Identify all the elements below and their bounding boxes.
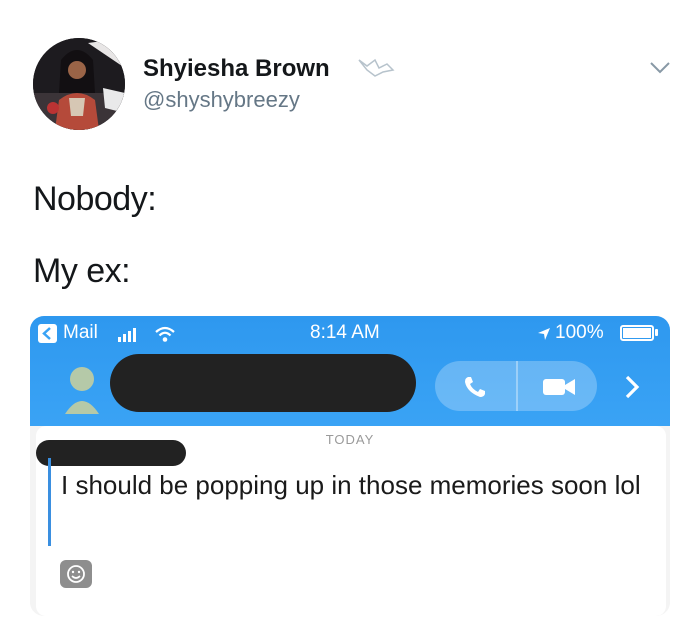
location-arrow-icon [538,328,550,340]
wifi-icon [155,326,175,342]
quote-bar [48,458,51,546]
phone-icon[interactable] [462,374,488,400]
status-bar: Mail 8:14 AM 100% [30,316,670,350]
tweet-text-line2: My ex: [33,252,131,290]
messages-header: Mail 8:14 AM 100% [30,316,670,426]
embedded-screenshot[interactable]: Mail 8:14 AM 100% TODAY I should be popp… [30,316,670,616]
message-text[interactable]: I should be popping up in those memories… [61,466,661,504]
author-name[interactable]: Shyiesha Brown [143,55,330,83]
avatar[interactable] [33,38,125,130]
author-handle[interactable]: @shyshybreezy [143,87,300,113]
tweet-text-line1: Nobody: [33,180,157,218]
bird-icon [358,58,395,77]
chevron-down-icon[interactable] [648,58,672,76]
signal-icon [118,328,136,342]
status-time: 8:14 AM [310,322,380,343]
redacted-sender-name [36,440,186,466]
battery-percent: 100% [555,322,604,343]
back-icon[interactable] [38,324,57,343]
back-app-label[interactable]: Mail [63,322,98,344]
redacted-contact-name [110,354,416,412]
video-icon[interactable] [542,376,576,398]
contact-avatar-icon [65,367,99,414]
tweet: Shyiesha Brown @shyshybreezy Nobody: My … [0,0,700,639]
chevron-right-icon[interactable] [622,374,642,400]
smiley-icon[interactable] [60,560,92,588]
battery-icon [620,325,654,341]
